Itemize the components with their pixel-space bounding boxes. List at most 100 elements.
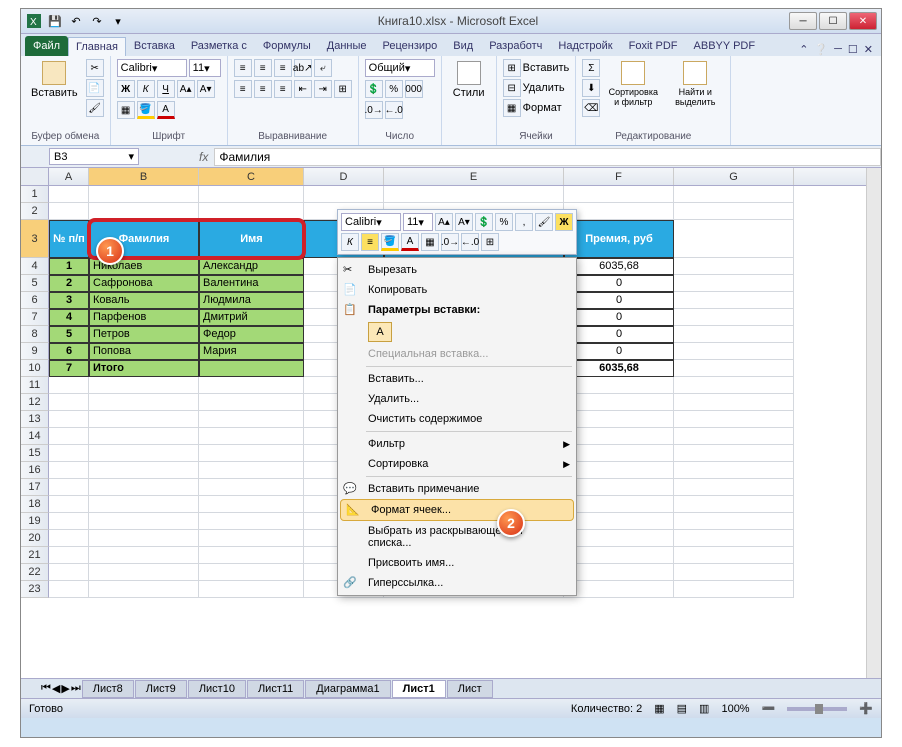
cm-cut[interactable]: ✂Вырезать xyxy=(338,260,576,280)
row-header-23[interactable]: 23 xyxy=(21,581,49,598)
mini-merge[interactable]: ⊞ xyxy=(481,233,499,251)
excel-icon[interactable]: X xyxy=(25,12,43,30)
font-name-combo[interactable]: Calibri ▾ xyxy=(117,59,187,77)
col-header-g[interactable]: G xyxy=(674,168,794,185)
row-header-18[interactable]: 18 xyxy=(21,496,49,513)
cm-comment[interactable]: 💬Вставить примечание xyxy=(338,479,576,499)
mini-bold[interactable]: Ж xyxy=(555,213,573,231)
col-header-b[interactable]: B xyxy=(89,168,199,185)
tab-home[interactable]: Главная xyxy=(68,37,126,56)
tab-formulas[interactable]: Формулы xyxy=(255,36,319,56)
mini-inc-decimal[interactable]: .0→ xyxy=(441,233,459,251)
underline-button[interactable]: Ч xyxy=(157,80,175,98)
delete-cells-button[interactable]: ⊟ xyxy=(503,79,521,97)
mini-font-combo[interactable]: Calibri ▾ xyxy=(341,213,401,231)
align-right-button[interactable]: ≡ xyxy=(274,80,292,98)
tab-data[interactable]: Данные xyxy=(319,36,375,56)
mini-font-color[interactable]: A xyxy=(401,233,419,251)
view-layout-icon[interactable]: ▤ xyxy=(677,702,687,715)
mdi-max[interactable]: ☐ xyxy=(848,43,858,56)
save-button[interactable]: 💾 xyxy=(46,12,64,30)
row-header-1[interactable]: 1 xyxy=(21,186,49,203)
tab-foxit[interactable]: Foxit PDF xyxy=(621,36,686,56)
tab-nav-last[interactable]: ⏭ xyxy=(71,682,81,695)
percent-button[interactable]: % xyxy=(385,80,403,98)
styles-button[interactable]: Стили xyxy=(448,59,490,101)
cm-clear[interactable]: Очистить содержимое xyxy=(338,409,576,429)
mini-italic[interactable]: К xyxy=(341,233,359,251)
cm-hyperlink[interactable]: 🔗Гиперссылка... xyxy=(338,573,576,593)
row-header-6[interactable]: 6 xyxy=(21,292,49,309)
mini-format-painter[interactable]: 🖌 xyxy=(535,213,553,231)
align-center-button[interactable]: ≡ xyxy=(254,80,272,98)
view-normal-icon[interactable]: ▦ xyxy=(654,702,664,715)
align-middle-button[interactable]: ≡ xyxy=(254,59,272,77)
mini-border[interactable]: ▦ xyxy=(421,233,439,251)
align-left-button[interactable]: ≡ xyxy=(234,80,252,98)
row-header-4[interactable]: 4 xyxy=(21,258,49,275)
vertical-scrollbar[interactable] xyxy=(866,168,881,678)
row-header-12[interactable]: 12 xyxy=(21,394,49,411)
undo-button[interactable]: ↶ xyxy=(67,12,85,30)
mini-align-center[interactable]: ≡ xyxy=(361,233,379,251)
name-box[interactable]: B3▾ xyxy=(49,148,139,165)
col-header-a[interactable]: A xyxy=(49,168,89,185)
cm-delete[interactable]: Удалить... xyxy=(338,389,576,409)
mdi-min[interactable]: ─ xyxy=(834,43,842,56)
row-header-21[interactable]: 21 xyxy=(21,547,49,564)
bold-button[interactable]: Ж xyxy=(117,80,135,98)
cm-format-cells[interactable]: 📐Формат ячеек... xyxy=(340,499,574,521)
ribbon-minimize-icon[interactable]: ⌃ xyxy=(799,43,808,56)
redo-button[interactable]: ↷ xyxy=(88,12,106,30)
row-header-13[interactable]: 13 xyxy=(21,411,49,428)
col-header-f[interactable]: F xyxy=(564,168,674,185)
cm-filter[interactable]: Фильтр▶ xyxy=(338,434,576,454)
row-header-14[interactable]: 14 xyxy=(21,428,49,445)
mini-comma[interactable]: , xyxy=(515,213,533,231)
col-header-c[interactable]: C xyxy=(199,168,304,185)
mini-dec-decimal[interactable]: ←.0 xyxy=(461,233,479,251)
tab-nav-prev[interactable]: ◀ xyxy=(52,682,60,695)
row-header-8[interactable]: 8 xyxy=(21,326,49,343)
mini-shrink-font[interactable]: A▾ xyxy=(455,213,473,231)
row-header-15[interactable]: 15 xyxy=(21,445,49,462)
decrease-decimal-button[interactable]: ←.0 xyxy=(385,101,403,119)
copy-button[interactable]: 📄 xyxy=(86,79,104,97)
number-format-combo[interactable]: Общий ▾ xyxy=(365,59,435,77)
sheet-tab[interactable]: Лист10 xyxy=(188,680,246,698)
insert-cells-button[interactable]: ⊞ xyxy=(503,59,521,77)
orientation-button[interactable]: ab↗ xyxy=(294,59,312,77)
align-bottom-button[interactable]: ≡ xyxy=(274,59,292,77)
col-header-d[interactable]: D xyxy=(304,168,384,185)
row-header-11[interactable]: 11 xyxy=(21,377,49,394)
tab-nav-next[interactable]: ▶ xyxy=(61,682,69,695)
row-header-5[interactable]: 5 xyxy=(21,275,49,292)
find-select-button[interactable]: Найти и выделить xyxy=(666,59,724,109)
sheet-tab[interactable]: Диаграмма1 xyxy=(305,680,390,698)
cm-dropdown-list[interactable]: Выбрать из раскрывающегося списка... xyxy=(338,521,576,553)
comma-button[interactable]: 000 xyxy=(405,80,423,98)
close-button[interactable]: ✕ xyxy=(849,12,877,30)
increase-decimal-button[interactable]: .0→ xyxy=(365,101,383,119)
border-button[interactable]: ▦ xyxy=(117,101,135,119)
row-header-19[interactable]: 19 xyxy=(21,513,49,530)
tab-developer[interactable]: Разработч xyxy=(481,36,550,56)
cut-button[interactable]: ✂ xyxy=(86,59,104,77)
formula-input[interactable]: Фамилия xyxy=(214,148,881,166)
font-size-combo[interactable]: 11 ▾ xyxy=(189,59,221,77)
help-icon[interactable]: ❔ xyxy=(814,43,828,56)
grow-font-button[interactable]: A▴ xyxy=(177,80,195,98)
mdi-close[interactable]: ✕ xyxy=(864,43,873,56)
paste-button[interactable]: Вставить xyxy=(27,59,82,101)
row-header-2[interactable]: 2 xyxy=(21,203,49,220)
zoom-slider[interactable] xyxy=(787,707,847,711)
row-header-16[interactable]: 16 xyxy=(21,462,49,479)
autosum-button[interactable]: Σ xyxy=(582,59,600,77)
sheet-tab[interactable]: Лист11 xyxy=(247,680,304,698)
italic-button[interactable]: К xyxy=(137,80,155,98)
decrease-indent-button[interactable]: ⇤ xyxy=(294,80,312,98)
row-header-20[interactable]: 20 xyxy=(21,530,49,547)
zoom-level[interactable]: 100% xyxy=(721,703,749,715)
mini-fill-color[interactable]: 🪣 xyxy=(381,233,399,251)
view-pagebreak-icon[interactable]: ▥ xyxy=(699,702,709,715)
